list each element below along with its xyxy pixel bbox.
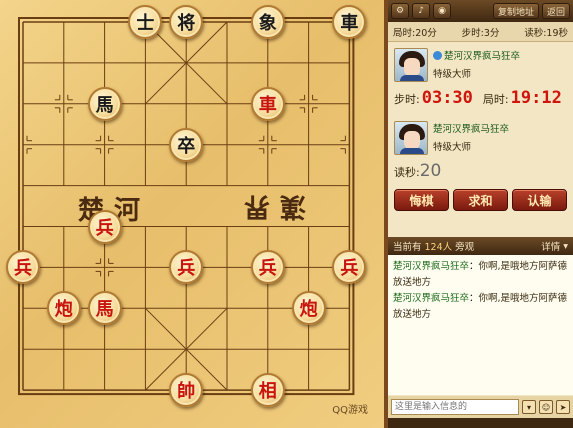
undo-button[interactable]: 悔棋 <box>394 189 449 211</box>
chat-sender[interactable]: 楚河汉界疯马狂卒 <box>393 261 469 272</box>
chat-sender[interactable]: 楚河汉界疯马狂卒 <box>393 293 469 304</box>
read-seconds-value: 20 <box>419 161 442 181</box>
resign-button[interactable]: 认输 <box>512 189 567 211</box>
settings-icon[interactable]: ⚙ <box>391 3 410 19</box>
opponent-avatar[interactable] <box>394 48 428 82</box>
detail-button[interactable]: 详情 ▾ <box>541 239 568 254</box>
send-icon[interactable]: ➤ <box>556 400 570 414</box>
volume-icon[interactable]: ◉ <box>433 3 452 19</box>
game-time-setting: 局时:20分 <box>393 27 437 39</box>
copy-address-button[interactable]: 复制地址 <box>492 3 539 19</box>
chat-input[interactable] <box>391 399 519 415</box>
opponent-rank: 特级大师 <box>433 69 472 80</box>
self-rank: 特级大师 <box>433 142 472 153</box>
chat-log[interactable]: 楚河汉界疯马狂卒：你啊,是哦地方阿萨德放送地方 楚河汉界疯马狂卒：你啊,是哦地方… <box>388 255 573 395</box>
red-piece[interactable]: 帥 <box>169 373 204 408</box>
spectator-bar: 当前有 124人 旁观 详情 ▾ <box>388 237 573 255</box>
draw-button[interactable]: 求和 <box>453 189 508 211</box>
chess-board[interactable]: 楚河 漢界 士将象車馬車卒兵兵兵兵兵炮馬炮帥相 QQ游戏 <box>0 0 388 428</box>
board-grid <box>18 17 355 396</box>
chat-input-bar: ▾ ☺ ➤ <box>388 396 573 418</box>
game-window: 楚河 漢界 士将象車馬車卒兵兵兵兵兵炮馬炮帥相 QQ游戏 ⚙ ♪ ◉ 复制地址 … <box>0 0 573 428</box>
red-piece[interactable]: 兵 <box>332 250 367 285</box>
opponent-clocks: 步时: 03:30 局时: 19:12 <box>394 88 562 108</box>
red-piece[interactable]: 兵 <box>6 250 40 285</box>
red-piece[interactable]: 炮 <box>291 291 326 326</box>
side-panel: ⚙ ♪ ◉ 复制地址 返回 局时:20分 步时:3分 读秒:19秒 楚河汉界疯马… <box>388 0 573 428</box>
back-button[interactable]: 返回 <box>541 3 570 19</box>
read-seconds-counter: 读秒:20 <box>394 161 441 181</box>
red-piece[interactable]: 兵 <box>87 209 122 244</box>
step-timer-value: 03:30 <box>421 88 473 108</box>
chat-message: 楚河汉界疯马狂卒：你啊,是哦地方阿萨德放送地方 <box>393 261 568 288</box>
game-timer-value: 19:12 <box>510 88 562 108</box>
opponent-card: 楚河汉界疯马狂卒 特级大师 步时: 03:30 局时: 19:12 <box>388 42 573 115</box>
black-piece[interactable]: 象 <box>250 5 285 39</box>
red-piece[interactable]: 兵 <box>250 250 285 285</box>
emoji-icon[interactable]: ☺ <box>539 400 553 414</box>
river-label-right: 漢界 <box>234 191 307 221</box>
self-avatar[interactable] <box>394 121 428 155</box>
red-piece[interactable]: 馬 <box>87 291 122 326</box>
red-piece[interactable]: 車 <box>250 86 285 121</box>
chat-message: 楚河汉界疯马狂卒：你啊,是哦地方阿萨德放送地方 <box>393 293 568 320</box>
brand-label: QQ游戏 <box>332 405 368 416</box>
read-seconds-setting: 读秒:19秒 <box>524 27 568 39</box>
red-piece[interactable]: 兵 <box>169 250 204 285</box>
spectator-prefix: 当前有 <box>393 242 422 253</box>
black-piece[interactable]: 将 <box>169 5 204 39</box>
red-piece[interactable]: 炮 <box>46 291 81 326</box>
black-piece[interactable]: 車 <box>332 5 367 39</box>
black-piece[interactable]: 馬 <box>87 86 122 121</box>
dropdown-icon[interactable]: ▾ <box>522 400 536 414</box>
bottom-strip <box>388 418 573 428</box>
black-piece[interactable]: 卒 <box>169 127 204 162</box>
top-toolbar: ⚙ ♪ ◉ 复制地址 返回 <box>388 0 573 22</box>
step-timer-label: 步时: <box>394 93 420 106</box>
black-piece[interactable]: 士 <box>128 5 163 39</box>
self-name[interactable]: 楚河汉界疯马狂卒 <box>433 121 509 135</box>
red-piece[interactable]: 相 <box>250 373 285 408</box>
qq-icon <box>433 51 442 60</box>
step-time-setting: 步时:3分 <box>461 27 500 39</box>
game-timer-label: 局时: <box>482 93 509 106</box>
opponent-name[interactable]: 楚河汉界疯马狂卒 <box>444 51 520 62</box>
sound-icon[interactable]: ♪ <box>412 3 431 19</box>
read-seconds-label: 读秒: <box>394 166 420 179</box>
self-card: 楚河汉界疯马狂卒 特级大师 读秒:20 <box>388 115 573 185</box>
time-settings-bar: 局时:20分 步时:3分 读秒:19秒 <box>388 22 573 42</box>
action-buttons: 悔棋 求和 认输 <box>388 185 573 215</box>
chevron-down-icon: ▾ <box>563 240 568 252</box>
spectator-count: 124人 <box>424 242 453 253</box>
spectator-suffix: 旁观 <box>455 242 475 253</box>
